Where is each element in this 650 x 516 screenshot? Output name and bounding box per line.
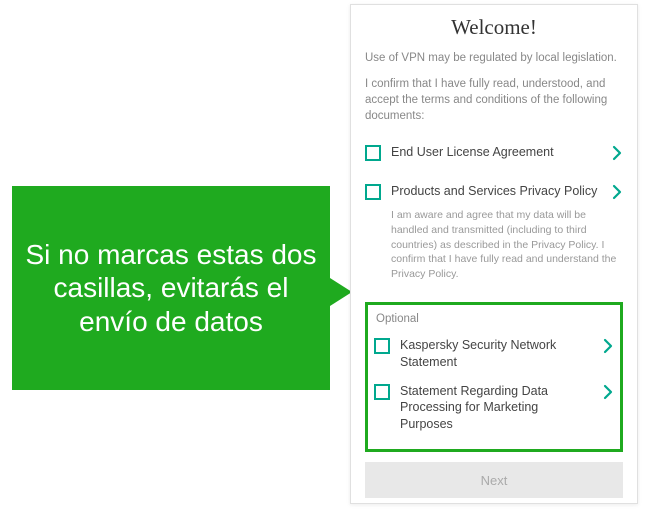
- annotation-callout: Si no marcas estas dos casillas, evitará…: [12, 186, 330, 390]
- checkbox-ksn[interactable]: [374, 338, 390, 354]
- annotation-text: Si no marcas estas dos casillas, evitará…: [24, 238, 318, 339]
- doc-label: Statement Regarding Data Processing for …: [400, 383, 592, 434]
- doc-item-marketing: Statement Regarding Data Processing for …: [374, 377, 614, 440]
- vpn-notice: Use of VPN may be regulated by local leg…: [365, 50, 623, 66]
- doc-item-ksn: Kaspersky Security Network Statement: [374, 331, 614, 377]
- footer: Next: [365, 452, 623, 498]
- chevron-right-icon[interactable]: [611, 145, 623, 161]
- chevron-right-icon[interactable]: [602, 384, 614, 400]
- chevron-right-icon[interactable]: [611, 184, 623, 200]
- chevron-right-icon[interactable]: [602, 338, 614, 354]
- welcome-panel: Welcome! Use of VPN may be regulated by …: [350, 4, 638, 504]
- doc-label: Kaspersky Security Network Statement: [400, 337, 592, 371]
- confirm-intro: I confirm that I have fully read, unders…: [365, 76, 623, 124]
- next-button[interactable]: Next: [365, 462, 623, 498]
- optional-section: Optional Kaspersky Security Network Stat…: [365, 302, 623, 452]
- privacy-note: I am aware and agree that my data will b…: [391, 208, 623, 281]
- page-title: Welcome!: [365, 15, 623, 40]
- annotation-arrow-icon: [330, 278, 352, 306]
- doc-item-eula: End User License Agreement: [365, 138, 623, 167]
- doc-label: End User License Agreement: [391, 144, 601, 161]
- doc-label: Products and Services Privacy Policy: [391, 183, 601, 200]
- checkbox-privacy[interactable]: [365, 184, 381, 200]
- checkbox-marketing[interactable]: [374, 384, 390, 400]
- optional-heading: Optional: [376, 313, 614, 325]
- doc-item-privacy: Products and Services Privacy Policy I a…: [365, 177, 623, 287]
- checkbox-eula[interactable]: [365, 145, 381, 161]
